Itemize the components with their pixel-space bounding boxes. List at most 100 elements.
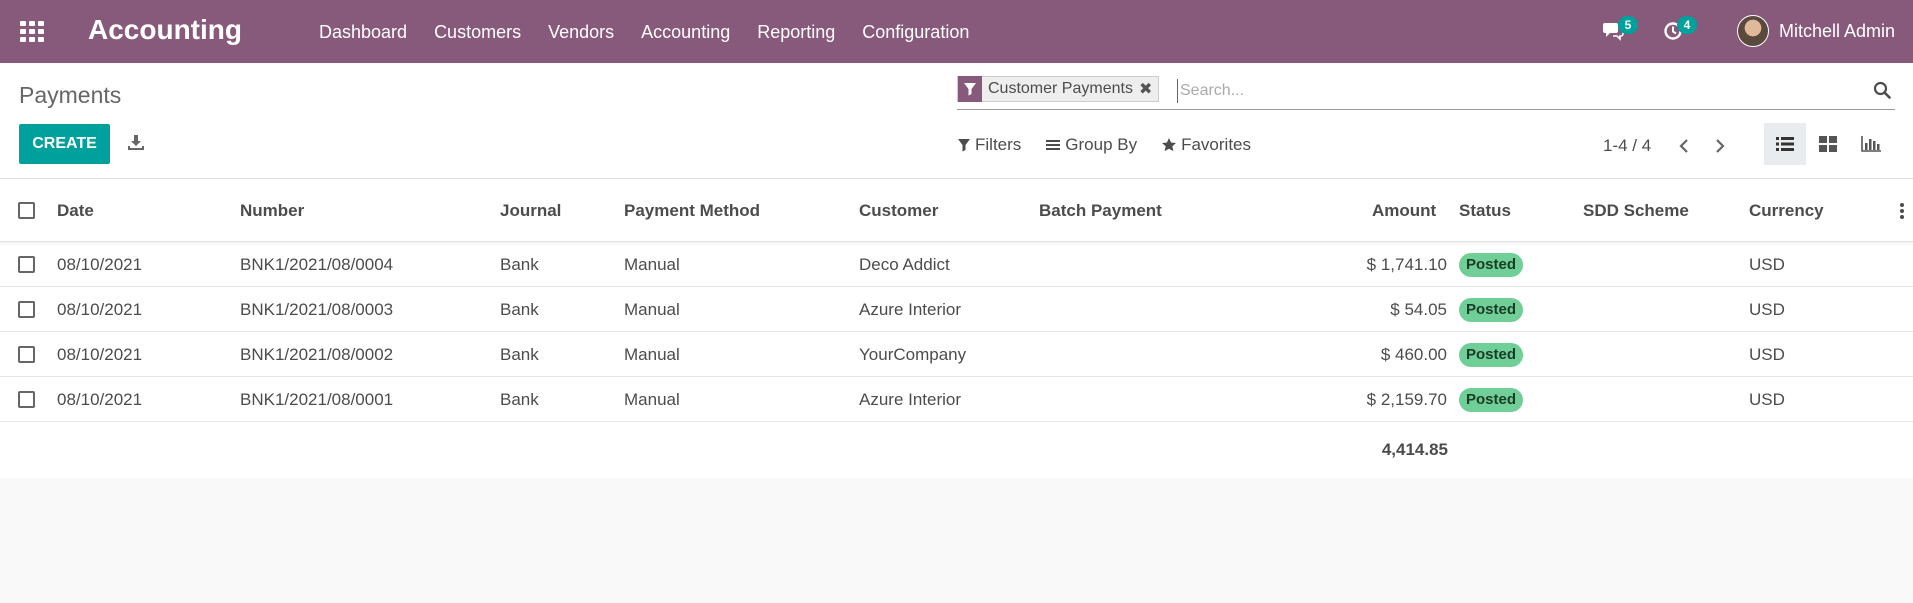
kanban-view-button[interactable] [1807,123,1849,165]
select-all-checkbox[interactable] [18,202,35,219]
cell-date: 08/10/2021 [57,345,143,364]
create-button[interactable]: CREATE [19,124,110,164]
star-icon [1162,138,1177,152]
filter-icon [958,139,970,152]
activities-systray[interactable]: 4 [1663,14,1697,48]
cell-customer: Azure Interior [859,390,962,409]
cell-date: 08/10/2021 [57,255,143,274]
apps-menu-icon[interactable] [20,21,44,42]
cell-currency: USD [1749,390,1785,409]
column-header-payment-method[interactable]: Payment Method [624,201,760,221]
search-facet-label: Customer Payments [988,80,1133,97]
cell-date: 08/10/2021 [57,390,143,409]
user-name: Mitchell Admin [1779,20,1896,41]
column-header-sdd-scheme[interactable]: SDD Scheme [1583,201,1689,221]
app-title[interactable]: Accounting [88,14,242,46]
cell-journal: Bank [500,300,539,319]
column-header-date[interactable]: Date [57,201,94,221]
cell-payment-method: Manual [624,345,680,364]
group-by-dropdown[interactable]: Group By [1045,135,1137,155]
graph-view-button[interactable] [1850,123,1892,165]
cell-payment-method: Manual [624,255,680,274]
menu-item-vendors[interactable]: Vendors [548,22,614,43]
table-row[interactable]: 08/10/2021 BNK1/2021/08/0002 Bank Manual… [0,332,1913,377]
cell-number: BNK1/2021/08/0001 [240,390,394,409]
status-badge: Posted [1459,253,1524,277]
filters-dropdown[interactable]: Filters [957,135,1021,155]
list-view-icon [1776,137,1794,151]
cell-customer: YourCompany [859,345,967,364]
control-panel: Payments CREATE Customer Payments ✖ Filt… [0,63,1913,179]
messages-systray[interactable]: 5 [1602,14,1638,48]
column-header-journal[interactable]: Journal [500,201,561,221]
cell-currency: USD [1749,300,1785,319]
cell-journal: Bank [500,345,539,364]
menu-item-accounting[interactable]: Accounting [641,22,730,43]
optional-columns-icon[interactable] [1900,203,1904,221]
cell-amount: $ 2,159.70 [1366,390,1447,409]
search-bar: Customer Payments ✖ [957,76,1895,110]
column-header-amount[interactable]: Amount [1372,201,1436,221]
search-options: Filters Group By Favorites [957,135,1275,155]
amount-total: 4,414.85 [1381,440,1448,459]
bar-chart-icon [1861,136,1881,152]
table-row[interactable]: 08/10/2021 BNK1/2021/08/0004 Bank Manual… [0,242,1913,287]
cell-amount: $ 460.00 [1380,345,1447,364]
filters-label: Filters [975,135,1022,154]
menu-item-dashboard[interactable]: Dashboard [319,22,407,43]
status-badge: Posted [1459,388,1524,412]
pager-value[interactable]: 1-4 / 4 [1603,136,1651,156]
group-by-label: Group By [1065,135,1138,154]
main-menu: Dashboard Customers Vendors Accounting R… [319,22,996,43]
cell-number: BNK1/2021/08/0003 [240,300,394,319]
cell-number: BNK1/2021/08/0002 [240,345,394,364]
column-header-batch-payment[interactable]: Batch Payment [1039,201,1162,221]
menu-item-customers[interactable]: Customers [434,22,521,43]
breadcrumb: Payments [19,82,122,108]
row-checkbox[interactable] [18,391,35,408]
cell-journal: Bank [500,390,539,409]
user-menu[interactable]: Mitchell Admin [1737,14,1895,48]
messages-count-badge: 5 [1618,16,1638,34]
cell-amount: $ 1,741.10 [1366,255,1447,274]
group-by-icon [1046,140,1061,150]
avatar [1737,15,1769,47]
kanban-view-icon [1819,136,1837,152]
cell-currency: USD [1749,345,1785,364]
table-row[interactable]: 08/10/2021 BNK1/2021/08/0003 Bank Manual… [0,287,1913,332]
favorites-label: Favorites [1181,135,1252,154]
search-input[interactable] [1177,79,1857,103]
row-checkbox[interactable] [18,301,35,318]
download-icon[interactable] [127,134,145,152]
chevron-right-icon [1716,139,1725,153]
search-facet: Customer Payments ✖ [957,76,1160,102]
status-badge: Posted [1459,298,1524,322]
facet-remove-icon[interactable]: ✖ [1139,79,1158,99]
status-badge: Posted [1459,343,1524,367]
pager-next-button[interactable] [1710,135,1730,157]
menu-item-configuration[interactable]: Configuration [862,22,969,43]
cell-number: BNK1/2021/08/0004 [240,255,394,274]
chevron-left-icon [1679,139,1688,153]
activities-count-badge: 4 [1677,16,1697,34]
column-header-currency[interactable]: Currency [1749,201,1824,221]
cell-payment-method: Manual [624,390,680,409]
list-view-button[interactable] [1764,123,1806,165]
column-header-customer[interactable]: Customer [859,201,938,221]
favorites-dropdown[interactable]: Favorites [1161,135,1251,155]
cell-customer: Azure Interior [859,300,962,319]
pager-previous-button[interactable] [1674,135,1694,157]
cell-journal: Bank [500,255,539,274]
cell-payment-method: Manual [624,300,680,319]
search-icon[interactable] [1873,81,1891,99]
cell-amount: $ 54.05 [1390,300,1447,319]
cell-date: 08/10/2021 [57,300,143,319]
row-checkbox[interactable] [18,256,35,273]
menu-item-reporting[interactable]: Reporting [757,22,835,43]
row-checkbox[interactable] [18,346,35,363]
column-header-status[interactable]: Status [1459,201,1511,221]
cell-customer: Deco Addict [859,255,950,274]
column-header-number[interactable]: Number [240,201,304,221]
table-header: Date Number Journal Payment Method Custo… [0,180,1913,242]
table-row[interactable]: 08/10/2021 BNK1/2021/08/0001 Bank Manual… [0,377,1913,422]
